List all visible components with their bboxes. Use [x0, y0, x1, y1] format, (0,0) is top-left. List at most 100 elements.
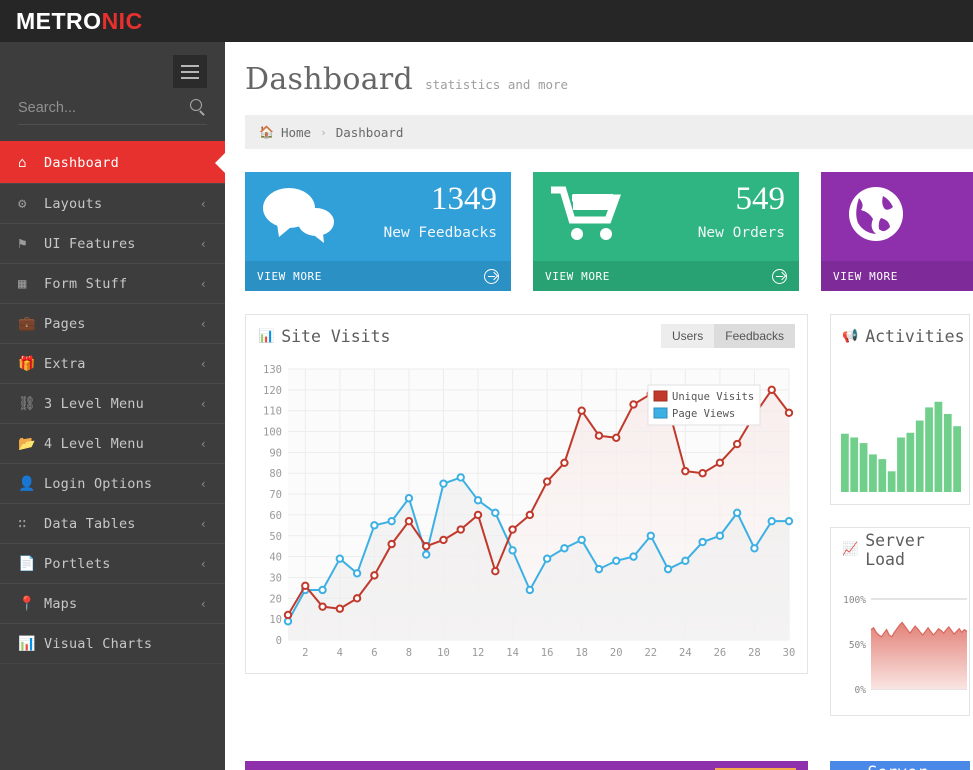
svg-text:10: 10: [269, 614, 282, 626]
sidebar-item-extra[interactable]: 🎁 Extra ‹: [0, 343, 225, 384]
folder-open-icon: 📂: [18, 435, 36, 452]
stat-tile[interactable]: 1349 New Feedbacks VIEW MORE: [245, 172, 511, 291]
briefcase-icon: 💼: [18, 315, 36, 332]
svg-text:6: 6: [371, 647, 377, 659]
svg-text:16: 16: [541, 647, 554, 659]
svg-text:12: 12: [472, 647, 485, 659]
sidebar-item-label: 3 Level Menu: [44, 395, 144, 412]
svg-text:Page Views: Page Views: [672, 408, 735, 420]
sidebar-item-portlets[interactable]: 📄 Portlets ‹: [0, 543, 225, 584]
page-header: Dashboard statistics and more: [225, 42, 973, 97]
svg-text:130: 130: [263, 364, 282, 376]
sidebar-item-visual-charts[interactable]: 📊 Visual Charts: [0, 623, 225, 664]
dashboard-page: METRONIC ⌂ Dashboard ⚙ Layouts ‹ ⚑ UI Features…: [0, 0, 973, 770]
stat-tile[interactable]: VIEW MORE: [821, 172, 973, 291]
svg-text:90: 90: [269, 447, 282, 459]
site-visits-title: Site Visits: [281, 326, 391, 346]
server-stats-header: 📅 Server Stats: [830, 761, 970, 770]
hamburger-icon-line: [181, 76, 199, 79]
breadcrumb-separator: ›: [320, 125, 327, 139]
stat-tile-body: 549 New Orders: [533, 172, 799, 261]
chevron-left-icon: ‹: [199, 596, 207, 611]
search-icon[interactable]: [190, 99, 207, 116]
svg-text:110: 110: [263, 406, 282, 418]
svg-text:8: 8: [406, 647, 412, 659]
chevron-left-icon: ‹: [199, 516, 207, 531]
site-visits-portlet: 📊 Site Visits Users Feedbacks 0 10 20 30 40 5…: [245, 314, 808, 674]
view-more-label: VIEW MORE: [833, 269, 899, 283]
comments-icon: [261, 184, 339, 248]
sidebar-toggle-button[interactable]: [173, 55, 207, 88]
sidebar-item-label: Portlets: [44, 555, 111, 572]
site-visits-svg: 01020304050607080901001101201302 4 6 8 10 12 1…: [263, 364, 795, 659]
sidebar-item-pages[interactable]: 💼 Pages ‹: [0, 303, 225, 344]
breadcrumb-home[interactable]: Home: [281, 125, 311, 140]
sidebar-item-maps[interactable]: 📍 Maps ‹: [0, 583, 225, 624]
table-icon: ▦: [18, 275, 27, 292]
hamburger-icon-line: [181, 64, 199, 67]
tab-users[interactable]: Users: [660, 324, 715, 348]
sidebar-item-3-level-menu[interactable]: ⛓ 3 Level Menu ‹: [0, 383, 225, 424]
svg-text:2: 2: [302, 647, 308, 659]
svg-text:20: 20: [269, 593, 282, 605]
grid-icon: ∷: [18, 515, 27, 532]
sidebar-item-label: Visual Charts: [44, 635, 153, 652]
stat-tile-body: [821, 172, 973, 261]
sidebar-item-ui-features[interactable]: ⚑ UI Features ‹: [0, 223, 225, 264]
stat-tile[interactable]: 549 New Orders VIEW MORE: [533, 172, 799, 291]
right-column: 📢 Activities 📈 Server Load 100% 50% 0%: [830, 314, 970, 738]
sidebar-item-data-tables[interactable]: ∷ Data Tables ‹: [0, 503, 225, 544]
sidebar-item-dashboard[interactable]: ⌂ Dashboard: [0, 141, 225, 184]
site-visits-chart: 0 10 20 30 40 50 60 70 80 90 100 110 120 130 2 4 6 8 10 12 1…: [246, 357, 807, 672]
chevron-left-icon: ‹: [199, 476, 207, 491]
sidebar-item-label: Data Tables: [44, 515, 136, 532]
server-load-title: Server Load: [865, 530, 925, 569]
svg-text:40: 40: [269, 552, 282, 564]
sidebar-item-label: Layouts: [44, 195, 103, 212]
globe-icon: [837, 184, 915, 248]
hamburger-icon-line: [181, 70, 199, 73]
stat-tile-desc: New Feedbacks: [383, 225, 498, 241]
brand-part-1: METRO: [16, 8, 102, 34]
svg-text:4: 4: [337, 647, 343, 659]
site-visits-tabs: Users Feedbacks: [660, 324, 795, 348]
sidebar-item-login-options[interactable]: 👤 Login Options ‹: [0, 463, 225, 504]
sidebar-item-label: Login Options: [44, 475, 153, 492]
sidebar-item-label: UI Features: [44, 235, 136, 252]
page-subtitle: statistics and more: [425, 77, 569, 92]
brand-logo[interactable]: METRONIC: [16, 8, 143, 35]
stat-tile-footer[interactable]: VIEW MORE: [533, 261, 799, 291]
view-more-label: VIEW MORE: [545, 269, 611, 283]
svg-text:50: 50: [269, 531, 282, 543]
svg-text:0: 0: [276, 635, 282, 647]
search-input[interactable]: [18, 95, 178, 121]
server-load-svg: 100% 50% 0%: [843, 595, 968, 696]
tab-feedbacks[interactable]: Feedbacks: [714, 324, 795, 348]
page-title: Dashboard: [245, 62, 414, 97]
svg-text:28: 28: [748, 647, 761, 659]
chevron-left-icon: ‹: [199, 396, 207, 411]
svg-text:70: 70: [269, 489, 282, 501]
site-visits-header: 📊 Site Visits Users Feedbacks: [246, 314, 807, 357]
svg-text:20: 20: [610, 647, 623, 659]
main-content: Dashboard statistics and more 🏠 Home › D…: [225, 42, 973, 770]
activities-chart: [831, 358, 969, 504]
bottom-row: 📅 General Stats ↻ Reload: [245, 761, 973, 770]
svg-text:10: 10: [437, 647, 450, 659]
home-icon: ⌂: [18, 154, 27, 171]
stat-tile-footer[interactable]: VIEW MORE: [821, 261, 973, 291]
sidebar-item-label: Pages: [44, 315, 86, 332]
sidebar-item-label: 4 Level Menu: [44, 435, 144, 452]
sidebar-item-label: Form Stuff: [44, 275, 128, 292]
server-stats-portlet: 📅 Server Stats: [830, 761, 970, 770]
sidebar-item-layouts[interactable]: ⚙ Layouts ‹: [0, 183, 225, 224]
chevron-left-icon: ‹: [199, 436, 207, 451]
arrow-right-icon: [484, 268, 499, 284]
stat-tile-footer[interactable]: VIEW MORE: [245, 261, 511, 291]
sidebar-item-4-level-menu[interactable]: 📂 4 Level Menu ‹: [0, 423, 225, 464]
sidebar-item-form-stuff[interactable]: ▦ Form Stuff ‹: [0, 263, 225, 304]
svg-text:0%: 0%: [855, 685, 867, 696]
activities-title: Activities: [865, 327, 965, 346]
svg-text:60: 60: [269, 510, 282, 522]
general-stats-header: 📅 General Stats ↻ Reload: [245, 761, 808, 770]
